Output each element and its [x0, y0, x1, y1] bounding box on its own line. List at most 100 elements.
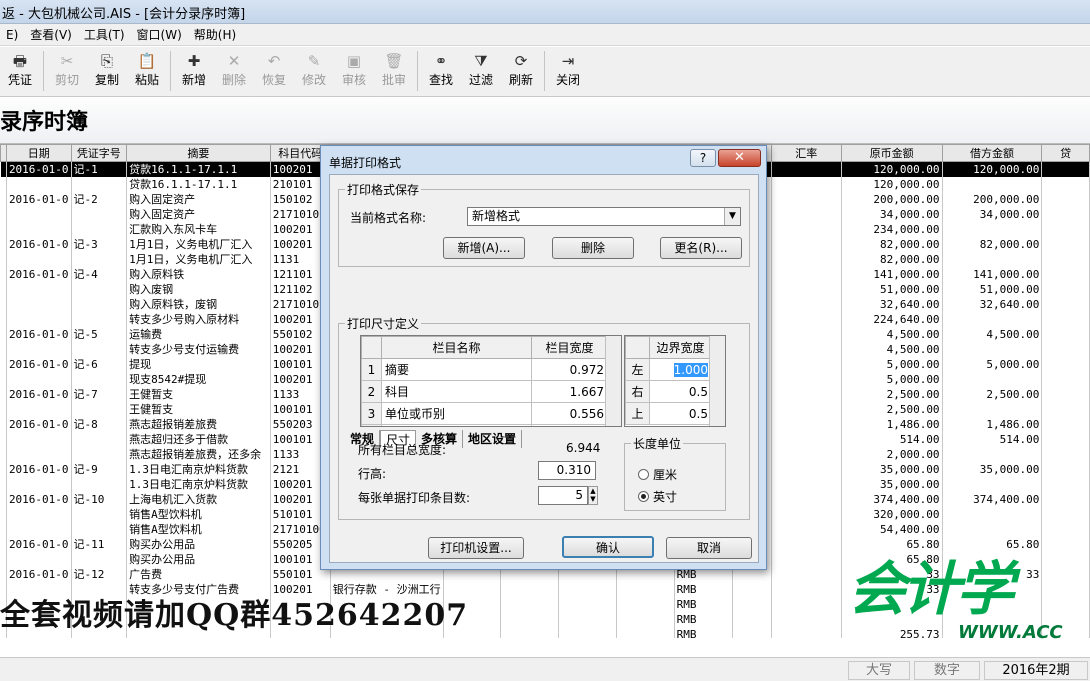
cell-date: 2016-01-0	[6, 492, 72, 507]
grid-column-header[interactable]: 原币金额	[840, 144, 943, 162]
column-name-cell[interactable]: 摘要	[381, 358, 532, 381]
cell-orig: 320,000.00	[841, 507, 943, 522]
toolbar-button-paste[interactable]: 📋 粘贴	[127, 51, 167, 88]
cell-empty	[1041, 417, 1090, 432]
cell-empty	[732, 612, 772, 627]
row-height-input[interactable]: 0.310	[538, 461, 596, 480]
cell-empty	[1041, 297, 1090, 312]
cell-voucher	[71, 252, 128, 267]
margin-grid[interactable]: 边界宽度 左 1.000 右 0.5 上 0.5	[624, 335, 726, 427]
toolbar-button-scissors[interactable]: ✂ 剪切	[47, 51, 87, 88]
menu-tools[interactable]: 工具(T)	[78, 26, 131, 43]
format-name-select[interactable]: 新增格式 ▼	[467, 207, 741, 226]
column-name-cell[interactable]: 数里或原币金额	[381, 424, 532, 426]
cell-rate	[771, 492, 842, 507]
column-grid-row[interactable]: 1 摘要 0.972	[361, 358, 608, 381]
cell-orig: 4,500.00	[841, 327, 943, 342]
column-name-cell[interactable]: 科目	[381, 380, 532, 403]
items-spinner[interactable]: ▲ ▼	[588, 486, 598, 505]
grid-column-header[interactable]: 日期	[5, 144, 72, 162]
chevron-down-icon[interactable]: ▼	[724, 208, 740, 225]
cell-empty	[558, 612, 617, 627]
margin-grid-row[interactable]: 右 0.5	[625, 380, 712, 403]
cell-debit	[942, 252, 1043, 267]
column-width-cell[interactable]: 0.972	[531, 424, 608, 426]
cell-voucher	[71, 477, 128, 492]
toolbar-separator	[417, 51, 418, 91]
toolbar-button-new[interactable]: ✚ 新增	[174, 51, 214, 88]
toolbar-button-refresh[interactable]: ⟳ 刷新	[501, 51, 541, 88]
cell-date	[6, 372, 72, 387]
cell-empty	[500, 627, 560, 638]
toolbar-button-binoculars[interactable]: ⚭ 查找	[421, 51, 461, 88]
edit-icon: ✎	[307, 52, 321, 70]
menu-view[interactable]: 查看(V)	[24, 26, 78, 43]
cell-date	[6, 522, 72, 537]
unit-cm-radio[interactable]	[638, 469, 649, 480]
margin-value-cell[interactable]: 0.5	[649, 380, 712, 403]
cell-debit: 32,640.00	[942, 297, 1043, 312]
column-grid-scrollbar[interactable]	[605, 336, 621, 426]
size-group-legend: 打印尺寸定义	[347, 317, 420, 331]
toolbar-button-copy[interactable]: ⎘ 复制	[87, 51, 127, 88]
items-per-page-input[interactable]: 5	[538, 486, 588, 505]
toolbar-button-delete[interactable]: ✕ 删除	[214, 51, 254, 88]
toolbar-button-filter[interactable]: ⧩ 过滤	[461, 51, 501, 88]
cell-orig: 200,000.00	[841, 192, 943, 207]
margin-value-cell[interactable]: 1.000	[649, 358, 712, 381]
cell-orig: 1,486.00	[841, 417, 943, 432]
cell-orig: 2,000.00	[841, 447, 943, 462]
cancel-button[interactable]: 取消	[666, 537, 752, 559]
grid-column-header[interactable]: 借方金额	[941, 144, 1043, 162]
grid-column-header[interactable]: 凭证字号	[70, 144, 128, 162]
menu-help[interactable]: 帮助(H)	[188, 26, 242, 43]
margin-grid-scrollbar[interactable]	[709, 336, 725, 426]
cell-orig: 5,000.00	[841, 357, 943, 372]
cell-rate	[771, 237, 842, 252]
unit-inch-option[interactable]: 英寸	[638, 488, 677, 505]
column-width-cell[interactable]: 0.972	[531, 358, 608, 381]
column-grid-row[interactable]: 2 科目 1.667	[361, 380, 608, 403]
cell-date	[6, 447, 72, 462]
delete-format-button[interactable]: 删除	[552, 237, 634, 259]
help-button[interactable]: ?	[690, 149, 716, 167]
toolbar-button-exit[interactable]: ⇥ 关闭	[548, 51, 588, 88]
rename-format-button[interactable]: 更名(R)...	[660, 237, 742, 259]
column-grid-row[interactable]: 数里或原币金额0.972	[361, 424, 608, 426]
margin-value-selected[interactable]: 1.000	[673, 362, 708, 377]
unit-cm-option[interactable]: 厘米	[638, 466, 677, 483]
cell-empty	[1041, 537, 1090, 552]
new-format-button[interactable]: 新增(A)...	[443, 237, 525, 259]
menu-edit[interactable]: E)	[0, 28, 24, 42]
cell-orig: 234,000.00	[841, 222, 943, 237]
grid-column-header[interactable]: 贷	[1041, 144, 1090, 162]
cell-voucher: 记-6	[71, 357, 128, 372]
undo-icon: ↶	[267, 52, 281, 70]
margin-grid-row[interactable]: 左 1.000	[625, 358, 712, 381]
close-button[interactable]: ✕	[718, 149, 761, 167]
column-grid-row[interactable]: 3 单位或币别 0.556	[361, 402, 608, 425]
toolbar-button-undo[interactable]: ↶ 恢复	[254, 51, 294, 88]
margin-value-cell[interactable]: 0.5	[649, 402, 712, 425]
cell-cur: RMB	[674, 582, 734, 597]
printer-settings-button[interactable]: 打印机设置...	[428, 537, 524, 559]
toolbar-button-print[interactable]: 🖶 凭证	[0, 51, 40, 88]
cell-rate	[771, 267, 842, 282]
toolbar-button-edit[interactable]: ✎ 修改	[294, 51, 334, 88]
menu-window[interactable]: 窗口(W)	[131, 26, 188, 43]
unit-inch-radio[interactable]	[638, 491, 649, 502]
grid-column-header[interactable]: 摘要	[126, 144, 271, 162]
column-width-cell[interactable]: 0.556	[531, 402, 608, 425]
ok-button[interactable]: 确认	[562, 536, 654, 558]
toolbar-button-stamp[interactable]: ▣ 审核	[334, 51, 374, 88]
cell-date	[6, 222, 72, 237]
column-name-cell[interactable]: 单位或币别	[381, 402, 532, 425]
toolbar-button-trash[interactable]: 🗑 批审	[374, 51, 414, 88]
row-height-label: 行高:	[358, 467, 387, 481]
column-width-grid[interactable]: 栏目名称栏目宽度 1摘要0.9722科目1.6673单位或币别0.556数里或原…	[360, 335, 622, 427]
cell-rate	[771, 552, 842, 567]
margin-grid-row[interactable]: 上 0.5	[625, 402, 712, 425]
cell-voucher: 记-8	[71, 417, 128, 432]
column-width-cell[interactable]: 1.667	[531, 380, 608, 403]
grid-column-header[interactable]: 汇率	[770, 144, 842, 162]
